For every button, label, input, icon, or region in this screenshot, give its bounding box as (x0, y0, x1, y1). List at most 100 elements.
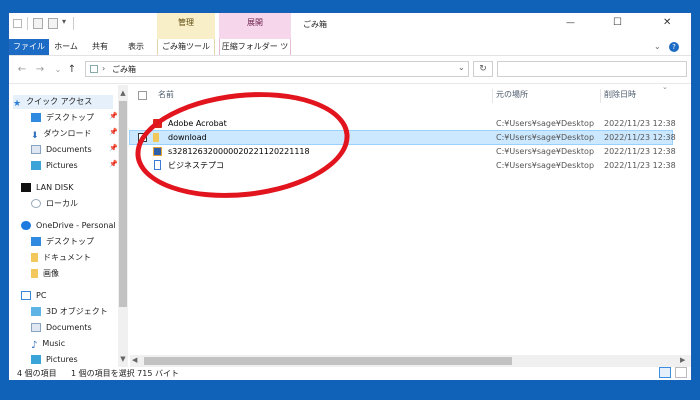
nav-od-desktop[interactable]: デスクトップ (31, 235, 94, 249)
up-button[interactable]: ↑ (65, 63, 79, 77)
properties-icon[interactable] (33, 18, 43, 29)
nav-local[interactable]: ローカル (31, 197, 78, 211)
tab-home[interactable]: ホーム (51, 39, 81, 55)
file-row[interactable]: Adobe Acrobat C:¥Users¥sage¥Desktop 2022… (130, 117, 676, 130)
column-header-location[interactable]: 元の場所 (496, 85, 528, 105)
nav-pictures-label: Pictures (46, 161, 78, 170)
file-name: download (168, 133, 207, 142)
new-folder-icon[interactable] (48, 18, 58, 29)
nav-lan-disk-label: LAN DISK (36, 183, 74, 192)
scroll-down-icon[interactable]: ▼ (118, 355, 128, 363)
nav-3d-objects-label: 3D オブジェクト (46, 307, 108, 316)
nav-pc-pictures[interactable]: Pictures (31, 353, 78, 367)
item-count: 4 個の項目 (17, 369, 57, 378)
nav-scrollbar[interactable]: ▲ ▼ (118, 85, 128, 367)
close-button[interactable]: ✕ (663, 17, 671, 28)
documents-icon (31, 145, 41, 154)
tab-share[interactable]: 共有 (85, 39, 115, 55)
tab-zip-tools[interactable]: 圧縮フォルダー ツール (219, 39, 291, 67)
title-bar: ▾ 管理 展開 ごみ箱 — ☐ ✕ (9, 13, 691, 39)
nav-documents[interactable]: Documents (31, 143, 92, 157)
tab-file[interactable]: ファイル (9, 39, 49, 55)
nav-pc-documents[interactable]: Documents (31, 321, 92, 335)
nav-od-documents-label: ドキュメント (43, 253, 91, 262)
documents-icon (31, 323, 41, 332)
help-icon[interactable]: ? (669, 42, 679, 52)
file-row[interactable]: ビジネステプコ C:¥Users¥sage¥Desktop 2022/11/23… (130, 159, 676, 172)
status-bar: 4 個の項目 1 個の項目を選択 715 バイト (9, 367, 691, 380)
large-icons-view-button[interactable] (675, 367, 687, 378)
file-name: ビジネステプコ (168, 161, 224, 170)
nav-od-images[interactable]: 画像 (31, 267, 59, 281)
scroll-right-icon[interactable]: ▶ (680, 356, 685, 364)
tab-recycle-bin-tools[interactable]: ごみ箱ツール (157, 39, 215, 55)
row-checkbox-checked[interactable]: ✓ (138, 133, 147, 142)
nav-quick-access[interactable]: ★ クイック アクセス (13, 95, 113, 109)
file-date: 2022/11/23 12:38 (604, 147, 676, 156)
select-all-checkbox[interactable] (138, 91, 147, 100)
document-icon (154, 160, 161, 170)
minimize-button[interactable]: — (566, 18, 575, 28)
nav-od-documents[interactable]: ドキュメント (31, 251, 91, 265)
file-date: 2022/11/23 12:38 (604, 161, 676, 170)
nav-onedrive[interactable]: OneDrive - Personal (21, 219, 116, 233)
path-field[interactable]: › ごみ箱 ⌄ (85, 61, 469, 77)
cube-icon (31, 307, 41, 316)
nav-downloads[interactable]: ⬇ ダウンロード (31, 127, 92, 141)
music-icon: ♪ (31, 340, 38, 351)
pin-icon: 📌 (109, 112, 117, 120)
window-title: ごみ箱 (303, 20, 327, 29)
nav-pc-pictures-label: Pictures (46, 355, 78, 364)
search-input[interactable] (497, 61, 687, 77)
column-divider (600, 89, 601, 103)
nav-documents-label: Documents (46, 145, 92, 154)
address-bar: ← → ⌄ ↑ › ごみ箱 ⌄ ↻ (9, 57, 691, 84)
maximize-button[interactable]: ☐ (613, 17, 622, 28)
file-row-selected[interactable]: ✓ download C:¥Users¥sage¥Desktop 2022/11… (129, 130, 676, 145)
nav-3d-objects[interactable]: 3D オブジェクト (31, 305, 108, 319)
path-text: ごみ箱 (112, 65, 136, 74)
file-row[interactable]: s328126320000020221120221118 C:¥Users¥sa… (130, 145, 676, 158)
nav-pc[interactable]: PC (21, 289, 46, 303)
file-name: Adobe Acrobat (168, 119, 227, 128)
window-icon (13, 19, 22, 28)
tab-manage-context[interactable]: 管理 (157, 13, 215, 33)
nav-downloads-label: ダウンロード (43, 129, 92, 138)
tab-view[interactable]: 表示 (119, 39, 153, 55)
selection-info: 1 個の項目を選択 715 バイト (71, 369, 179, 378)
qat-dropdown-icon[interactable]: ▾ (62, 17, 66, 26)
qat-divider (27, 17, 28, 30)
explorer-window: ▾ 管理 展開 ごみ箱 — ☐ ✕ ファイル ホーム 共有 表示 ごみ箱ツール … (8, 12, 692, 380)
recent-locations-icon[interactable]: ⌄ (51, 63, 65, 77)
nav-pc-label: PC (36, 291, 47, 300)
scroll-up-icon[interactable]: ▲ (118, 89, 128, 97)
nav-local-label: ローカル (46, 199, 78, 208)
nav-music[interactable]: ♪ Music (31, 337, 65, 351)
nav-music-label: Music (42, 339, 66, 348)
tab-extract-context[interactable]: 展開 (219, 13, 291, 33)
pictures-icon (31, 161, 41, 170)
nav-desktop[interactable]: デスクトップ (31, 111, 94, 125)
nav-od-images-label: 画像 (43, 269, 59, 278)
expand-ribbon-icon[interactable]: ⌄ (654, 42, 661, 51)
nav-pictures[interactable]: Pictures (31, 159, 78, 173)
back-button[interactable]: ← (15, 63, 29, 77)
details-view-button[interactable] (659, 367, 671, 378)
h-scroll-thumb[interactable] (144, 357, 512, 365)
column-header-name[interactable]: 名前 (158, 85, 174, 105)
column-header-date[interactable]: 削除日時 (604, 85, 636, 105)
scroll-left-icon[interactable]: ◀ (132, 356, 137, 364)
computer-icon (21, 291, 31, 300)
nav-scroll-thumb[interactable] (119, 101, 127, 307)
refresh-button[interactable]: ↻ (473, 61, 493, 77)
nav-desktop-label: デスクトップ (46, 113, 94, 122)
file-location: C:¥Users¥sage¥Desktop (496, 147, 595, 156)
cloud-icon (21, 221, 31, 230)
forward-button[interactable]: → (33, 63, 47, 77)
file-location: C:¥Users¥sage¥Desktop (496, 133, 595, 142)
nav-lan-disk[interactable]: LAN DISK (21, 181, 73, 195)
file-list: 名前 元の場所 削除日時 ⌄ Adobe Acrobat C:¥Users¥sa… (129, 83, 691, 367)
horizontal-scrollbar[interactable]: ◀ ▶ (130, 355, 691, 367)
star-icon: ★ (13, 99, 22, 109)
path-dropdown-icon[interactable]: ⌄ (458, 63, 465, 72)
